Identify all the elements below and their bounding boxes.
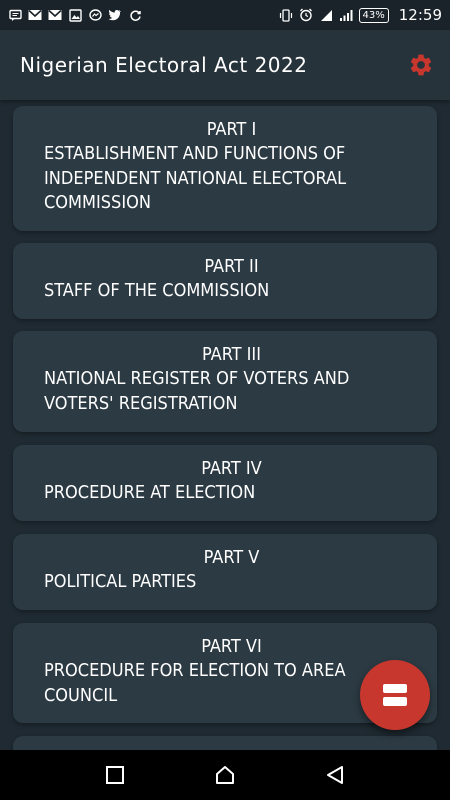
gmail-icon [48,8,62,22]
back-icon [327,766,343,784]
home-button[interactable] [205,755,245,795]
vibrate-icon [279,8,293,22]
part-number: PART V [203,547,260,568]
part-number: PART I [206,119,257,140]
part-title: PROCEDURE AT ELECTION [44,482,256,503]
alarm-icon [299,8,313,22]
part-number: PART III [202,344,261,365]
recent-apps-icon [106,766,124,784]
clock: 12:59 [398,6,442,24]
status-bar: 43% 12:59 [0,0,450,30]
gmail-icon [28,8,42,22]
twitter-icon [108,8,122,22]
navigation-bar [0,750,450,800]
part-title: NATIONAL REGISTER OF VOTERS AND VOTERS' … [44,368,350,414]
system-icons: 43% 12:59 [279,6,442,24]
list-item-partial[interactable] [13,736,437,750]
list-item-part-5[interactable]: PART V POLITICAL PARTIES [13,534,437,610]
signal-icon [339,8,353,22]
wifi-icon [319,8,333,22]
part-title: STAFF OF THE COMMISSION [44,280,270,301]
part-number: PART IV [201,458,262,479]
messenger-icon [88,8,102,22]
list-item-part-1[interactable]: PART I ESTABLISHMENT AND FUNCTIONS OF IN… [13,106,437,231]
part-number: PART VI [201,636,262,657]
list-item-part-4[interactable]: PART IV PROCEDURE AT ELECTION [13,445,437,521]
sync-icon [128,8,142,22]
notification-icons [8,8,142,22]
list-item-part-2[interactable]: PART II STAFF OF THE COMMISSION [13,243,437,319]
battery-icon: 43% [358,7,389,23]
view-toggle-fab[interactable] [360,660,430,730]
part-number: PART II [204,256,259,277]
settings-button[interactable] [406,50,436,80]
app-bar: Nigerian Electoral Act 2022 [0,30,450,100]
part-title: POLITICAL PARTIES [44,571,197,592]
back-button[interactable] [315,755,355,795]
app-title: Nigerian Electoral Act 2022 [20,53,308,77]
message-icon [8,8,22,22]
menu-toggle-icon [383,684,407,706]
part-title: ESTABLISHMENT AND FUNCTIONS OF INDEPENDE… [44,143,347,213]
gear-icon [410,54,432,76]
list-item-part-3[interactable]: PART III NATIONAL REGISTER OF VOTERS AND… [13,331,437,432]
parts-list[interactable]: PART I ESTABLISHMENT AND FUNCTIONS OF IN… [0,100,450,750]
image-icon [68,8,82,22]
home-icon [216,766,234,784]
recent-apps-button[interactable] [95,755,135,795]
